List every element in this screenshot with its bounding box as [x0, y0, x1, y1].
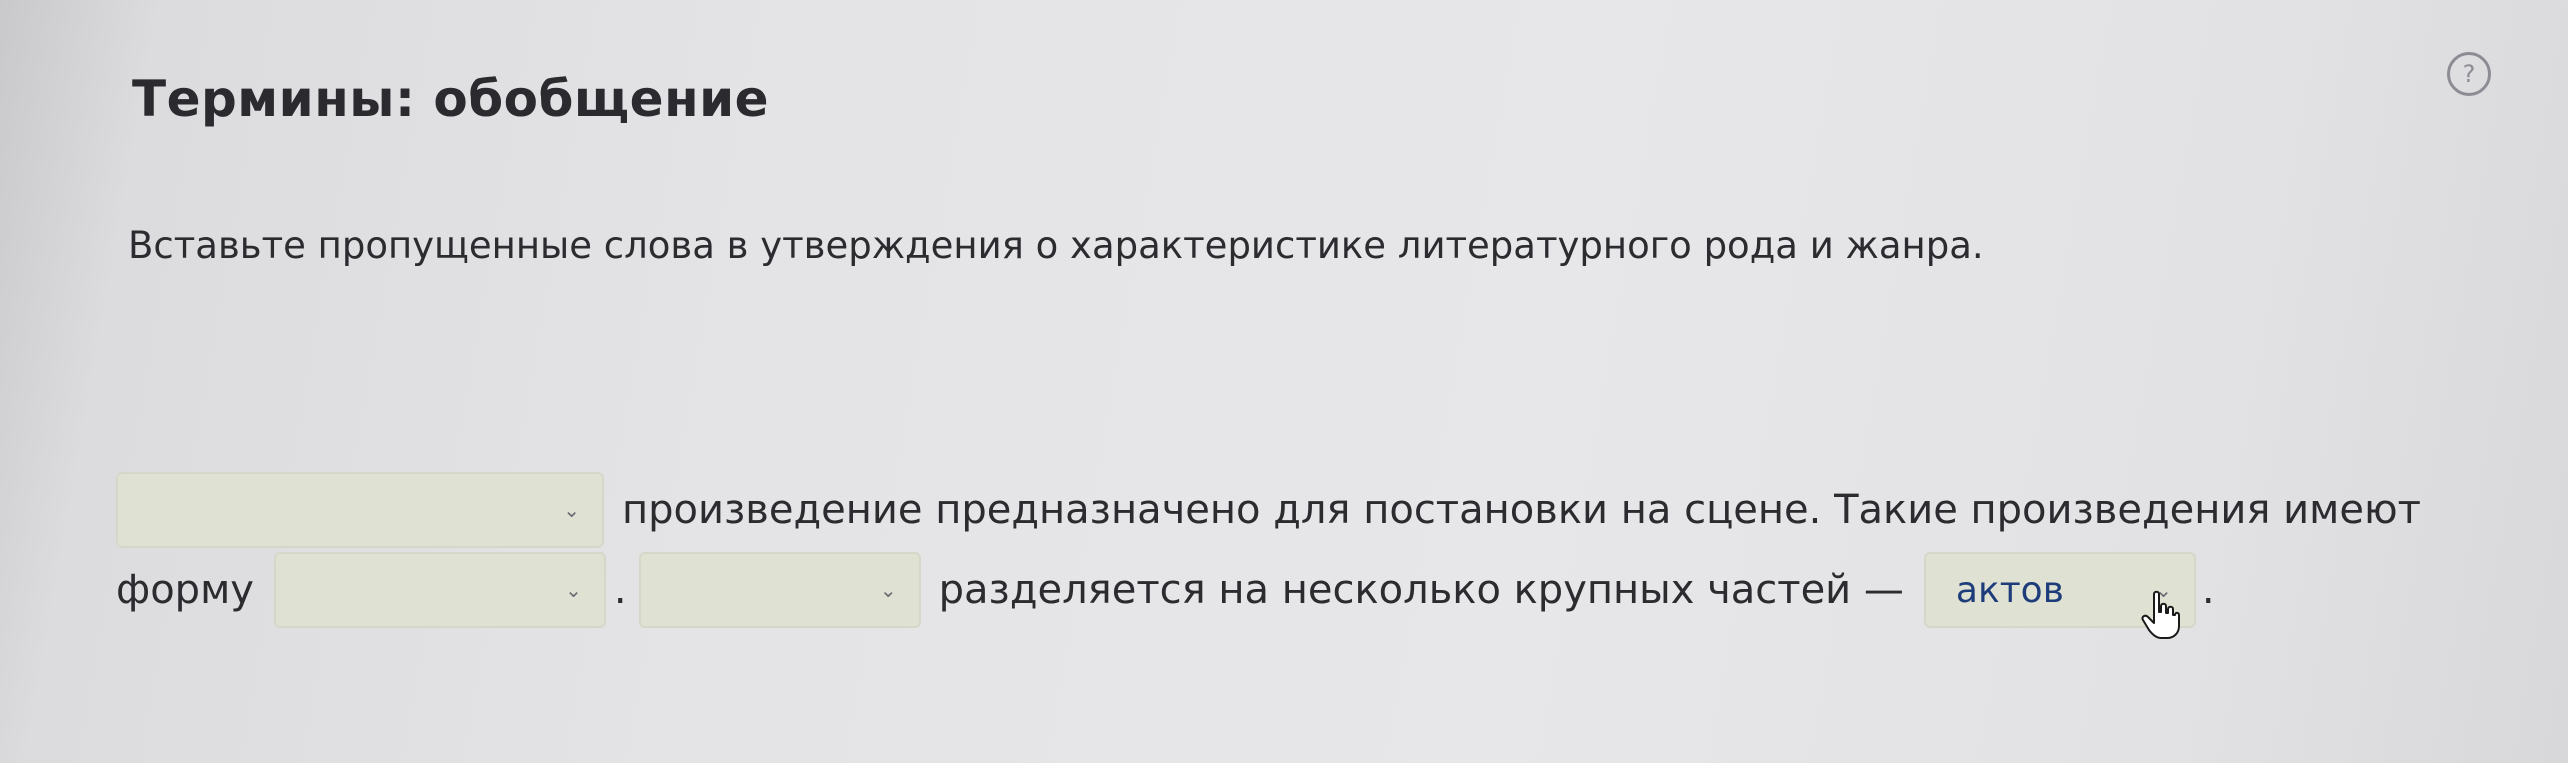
- sentence-text: произведение предназначено для постановк…: [622, 487, 2421, 533]
- task-instruction: Вставьте пропущенные слова в утверждения…: [128, 224, 1984, 267]
- sentence-line-2: форму ⌄ . ⌄ разделяется на несколько кру…: [116, 550, 2215, 630]
- sentence-text: форму: [116, 567, 254, 613]
- chevron-down-icon: ⌄: [879, 578, 897, 602]
- page-title: Термины: обобщение: [132, 70, 770, 128]
- blank-select-2[interactable]: ⌄: [273, 552, 606, 628]
- blank-select-1[interactable]: ⌄: [116, 472, 604, 548]
- blank-select-3[interactable]: ⌄: [638, 552, 921, 628]
- hand-pointer-icon: [2141, 590, 2180, 639]
- sentence-line-1: ⌄ произведение предназначено для постано…: [116, 470, 2421, 550]
- sentence-text: .: [2201, 567, 2215, 613]
- help-icon[interactable]: ?: [2447, 52, 2491, 96]
- select-value: актов: [1955, 569, 2064, 611]
- sentence-text: .: [613, 567, 627, 613]
- sentence-text: разделяется на несколько крупных частей …: [938, 567, 1904, 613]
- chevron-down-icon: ⌄: [563, 498, 580, 522]
- chevron-down-icon: ⌄: [565, 578, 582, 602]
